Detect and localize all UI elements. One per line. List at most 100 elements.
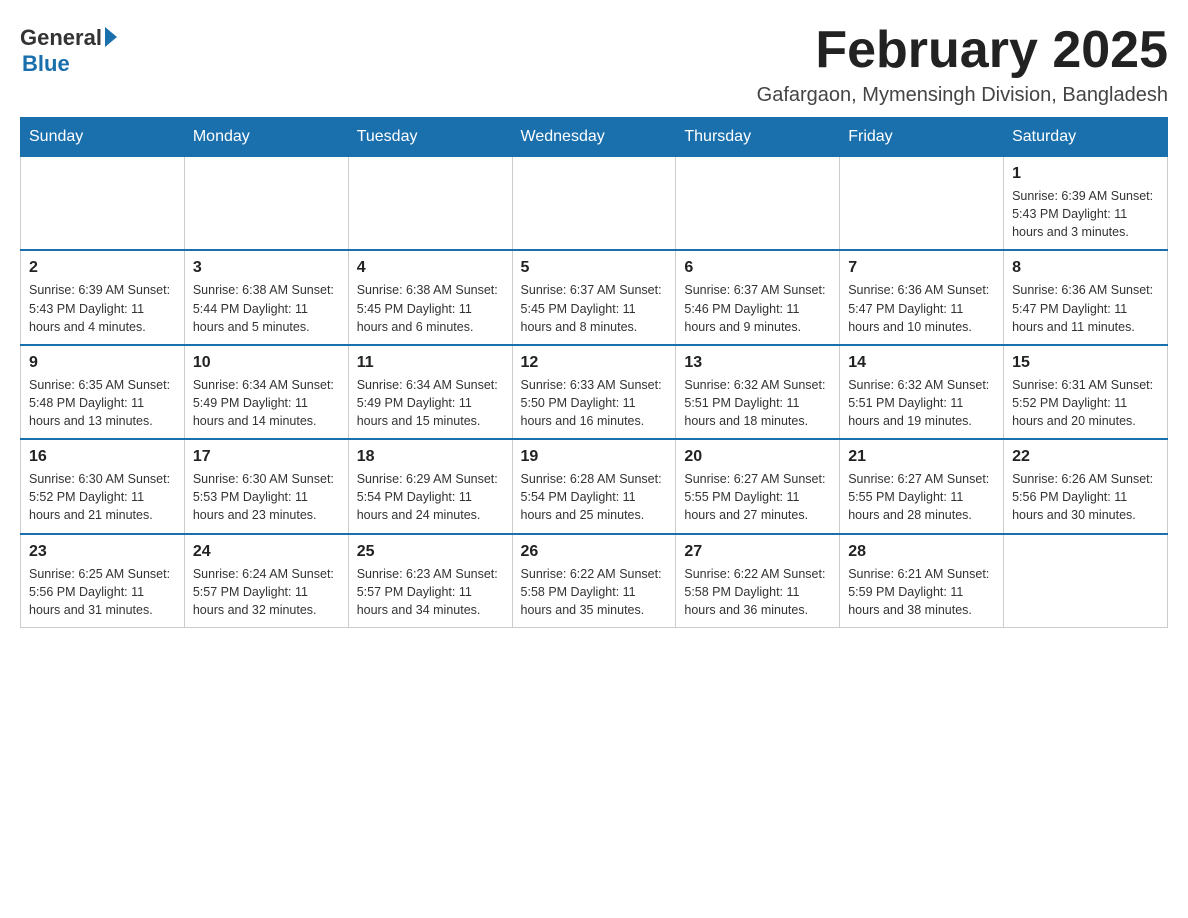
day-info: Sunrise: 6:38 AM Sunset: 5:45 PM Dayligh… <box>357 281 504 335</box>
calendar-cell-3-0: 16Sunrise: 6:30 AM Sunset: 5:52 PM Dayli… <box>21 439 185 533</box>
day-number: 28 <box>848 543 995 561</box>
day-number: 21 <box>848 448 995 466</box>
day-info: Sunrise: 6:25 AM Sunset: 5:56 PM Dayligh… <box>29 565 176 619</box>
calendar-cell-1-4: 6 Sunrise: 6:37 AM Sunset: 5:46 PM Daylig… <box>676 250 840 344</box>
calendar-cell-3-6: 22Sunrise: 6:26 AM Sunset: 5:56 PM Dayli… <box>1004 439 1168 533</box>
day-number: 4 <box>357 259 504 277</box>
calendar-cell-2-2: 11 Sunrise: 6:34 AM Sunset: 5:49 PM Dayli… <box>348 345 512 439</box>
day-info: Sunrise: 6:37 AM Sunset: 5:46 PM Dayligh… <box>684 281 831 335</box>
day-number: 25 <box>357 543 504 561</box>
day-info: Sunrise: 6:27 AM Sunset: 5:55 PM Dayligh… <box>848 470 995 524</box>
calendar-cell-3-3: 19 Sunrise: 6:28 AM Sunset: 5:54 PM Dayli… <box>512 439 676 533</box>
header-friday: Friday <box>840 118 1004 157</box>
day-number: 11 <box>357 354 504 372</box>
day-info: Sunrise: 6:24 AM Sunset: 5:57 PM Dayligh… <box>193 565 340 619</box>
logo: General Blue <box>20 20 117 77</box>
calendar-cell-2-4: 13 Sunrise: 6:32 AM Sunset: 5:51 PM Dayli… <box>676 345 840 439</box>
day-number: 22 <box>1012 448 1159 466</box>
day-number: 6 <box>684 259 831 277</box>
calendar-cell-4-3: 26 Sunrise: 6:22 AM Sunset: 5:58 PM Dayli… <box>512 534 676 628</box>
month-title: February 2025 <box>757 20 1168 80</box>
day-number: 3 <box>193 259 340 277</box>
calendar-cell-3-1: 17 Sunrise: 6:30 AM Sunset: 5:53 PM Dayli… <box>184 439 348 533</box>
day-info: Sunrise: 6:28 AM Sunset: 5:54 PM Dayligh… <box>521 470 668 524</box>
day-info: Sunrise: 6:22 AM Sunset: 5:58 PM Dayligh… <box>521 565 668 619</box>
calendar-cell-1-0: 2 Sunrise: 6:39 AM Sunset: 5:43 PM Daylig… <box>21 250 185 344</box>
logo-blue-text: Blue <box>22 51 70 77</box>
day-number: 9 <box>29 354 176 372</box>
day-number: 18 <box>357 448 504 466</box>
day-number: 13 <box>684 354 831 372</box>
day-number: 24 <box>193 543 340 561</box>
day-number: 7 <box>848 259 995 277</box>
day-number: 27 <box>684 543 831 561</box>
day-info: Sunrise: 6:22 AM Sunset: 5:58 PM Dayligh… <box>684 565 831 619</box>
calendar-cell-0-0 <box>21 157 185 251</box>
day-info: Sunrise: 6:35 AM Sunset: 5:48 PM Dayligh… <box>29 376 176 430</box>
calendar-cell-2-0: 9 Sunrise: 6:35 AM Sunset: 5:48 PM Daylig… <box>21 345 185 439</box>
calendar-cell-0-2 <box>348 157 512 251</box>
calendar-cell-3-5: 21 Sunrise: 6:27 AM Sunset: 5:55 PM Dayli… <box>840 439 1004 533</box>
week-row-2: 2 Sunrise: 6:39 AM Sunset: 5:43 PM Daylig… <box>21 250 1168 344</box>
header-sunday: Sunday <box>21 118 185 157</box>
logo-arrow-icon <box>105 27 117 47</box>
header-wednesday: Wednesday <box>512 118 676 157</box>
calendar-cell-0-6: 1 Sunrise: 6:39 AM Sunset: 5:43 PM Daylig… <box>1004 157 1168 251</box>
day-number: 26 <box>521 543 668 561</box>
calendar-cell-3-2: 18 Sunrise: 6:29 AM Sunset: 5:54 PM Dayli… <box>348 439 512 533</box>
day-info: Sunrise: 6:37 AM Sunset: 5:45 PM Dayligh… <box>521 281 668 335</box>
calendar-cell-4-2: 25 Sunrise: 6:23 AM Sunset: 5:57 PM Dayli… <box>348 534 512 628</box>
day-info: Sunrise: 6:31 AM Sunset: 5:52 PM Dayligh… <box>1012 376 1159 430</box>
day-info: Sunrise: 6:30 AM Sunset: 5:53 PM Dayligh… <box>193 470 340 524</box>
calendar-cell-4-5: 28 Sunrise: 6:21 AM Sunset: 5:59 PM Dayli… <box>840 534 1004 628</box>
day-number: 5 <box>521 259 668 277</box>
day-info: Sunrise: 6:36 AM Sunset: 5:47 PM Dayligh… <box>848 281 995 335</box>
day-info: Sunrise: 6:39 AM Sunset: 5:43 PM Dayligh… <box>29 281 176 335</box>
day-info: Sunrise: 6:34 AM Sunset: 5:49 PM Dayligh… <box>357 376 504 430</box>
calendar-header-row: SundayMondayTuesdayWednesdayThursdayFrid… <box>21 118 1168 157</box>
header: General Blue February 2025 Gafargaon, My… <box>20 20 1168 107</box>
day-number: 8 <box>1012 259 1159 277</box>
day-info: Sunrise: 6:32 AM Sunset: 5:51 PM Dayligh… <box>848 376 995 430</box>
day-info: Sunrise: 6:32 AM Sunset: 5:51 PM Dayligh… <box>684 376 831 430</box>
header-monday: Monday <box>184 118 348 157</box>
week-row-4: 16Sunrise: 6:30 AM Sunset: 5:52 PM Dayli… <box>21 439 1168 533</box>
calendar-cell-0-5 <box>840 157 1004 251</box>
day-info: Sunrise: 6:36 AM Sunset: 5:47 PM Dayligh… <box>1012 281 1159 335</box>
calendar-cell-2-5: 14 Sunrise: 6:32 AM Sunset: 5:51 PM Dayli… <box>840 345 1004 439</box>
title-area: February 2025 Gafargaon, Mymensingh Divi… <box>757 20 1168 107</box>
calendar-cell-1-6: 8 Sunrise: 6:36 AM Sunset: 5:47 PM Daylig… <box>1004 250 1168 344</box>
calendar-cell-4-6 <box>1004 534 1168 628</box>
day-number: 19 <box>521 448 668 466</box>
day-number: 14 <box>848 354 995 372</box>
week-row-5: 23 Sunrise: 6:25 AM Sunset: 5:56 PM Dayli… <box>21 534 1168 628</box>
day-number: 17 <box>193 448 340 466</box>
calendar-cell-1-3: 5 Sunrise: 6:37 AM Sunset: 5:45 PM Daylig… <box>512 250 676 344</box>
calendar-cell-1-5: 7 Sunrise: 6:36 AM Sunset: 5:47 PM Daylig… <box>840 250 1004 344</box>
week-row-3: 9 Sunrise: 6:35 AM Sunset: 5:48 PM Daylig… <box>21 345 1168 439</box>
day-number: 10 <box>193 354 340 372</box>
calendar-cell-2-6: 15Sunrise: 6:31 AM Sunset: 5:52 PM Dayli… <box>1004 345 1168 439</box>
day-info: Sunrise: 6:21 AM Sunset: 5:59 PM Dayligh… <box>848 565 995 619</box>
header-saturday: Saturday <box>1004 118 1168 157</box>
calendar-cell-4-0: 23 Sunrise: 6:25 AM Sunset: 5:56 PM Dayli… <box>21 534 185 628</box>
header-tuesday: Tuesday <box>348 118 512 157</box>
day-number: 16 <box>29 448 176 466</box>
day-info: Sunrise: 6:23 AM Sunset: 5:57 PM Dayligh… <box>357 565 504 619</box>
day-number: 23 <box>29 543 176 561</box>
day-info: Sunrise: 6:38 AM Sunset: 5:44 PM Dayligh… <box>193 281 340 335</box>
day-info: Sunrise: 6:33 AM Sunset: 5:50 PM Dayligh… <box>521 376 668 430</box>
location-title: Gafargaon, Mymensingh Division, Banglade… <box>757 84 1168 107</box>
calendar-cell-2-1: 10 Sunrise: 6:34 AM Sunset: 5:49 PM Dayli… <box>184 345 348 439</box>
logo-general-text: General <box>20 25 102 51</box>
calendar-cell-0-1 <box>184 157 348 251</box>
day-number: 2 <box>29 259 176 277</box>
day-info: Sunrise: 6:29 AM Sunset: 5:54 PM Dayligh… <box>357 470 504 524</box>
calendar-cell-4-1: 24 Sunrise: 6:24 AM Sunset: 5:57 PM Dayli… <box>184 534 348 628</box>
day-number: 1 <box>1012 165 1159 183</box>
day-info: Sunrise: 6:27 AM Sunset: 5:55 PM Dayligh… <box>684 470 831 524</box>
day-info: Sunrise: 6:39 AM Sunset: 5:43 PM Dayligh… <box>1012 187 1159 241</box>
calendar-cell-1-1: 3 Sunrise: 6:38 AM Sunset: 5:44 PM Daylig… <box>184 250 348 344</box>
day-info: Sunrise: 6:34 AM Sunset: 5:49 PM Dayligh… <box>193 376 340 430</box>
calendar-cell-4-4: 27 Sunrise: 6:22 AM Sunset: 5:58 PM Dayli… <box>676 534 840 628</box>
